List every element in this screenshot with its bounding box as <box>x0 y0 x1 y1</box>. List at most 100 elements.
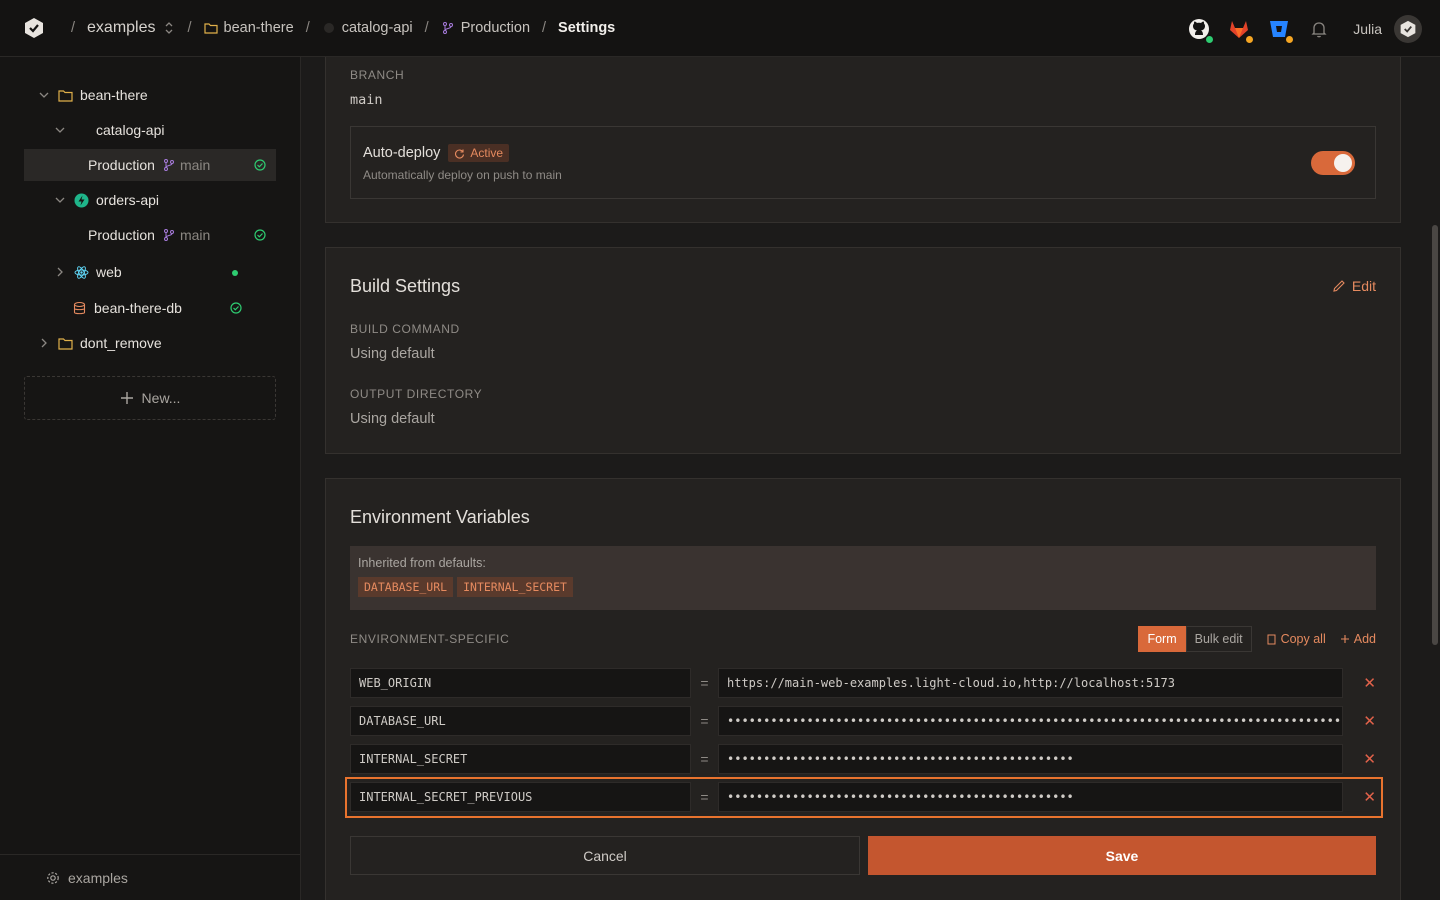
chevron-down-icon[interactable] <box>38 89 50 101</box>
env-value-input[interactable]: ••••••••••••••••••••••••••••••••••••••••… <box>718 706 1343 736</box>
output-directory-label: OUTPUT DIRECTORY <box>350 387 483 401</box>
delete-row-button[interactable]: ✕ <box>1343 674 1376 692</box>
github-icon[interactable] <box>1187 17 1215 44</box>
branch-indicator: main <box>162 227 210 243</box>
edit-button[interactable]: Edit <box>1332 278 1376 294</box>
build-command-label: BUILD COMMAND <box>350 322 460 336</box>
breadcrumb-team[interactable]: examples <box>87 19 175 37</box>
env-key-input[interactable]: DATABASE_URL <box>350 706 691 736</box>
new-button[interactable]: New... <box>24 376 276 420</box>
edit-mode-toggle: Form Bulk edit <box>1138 626 1252 652</box>
tree-environment-orders-production[interactable]: Production main <box>24 219 276 251</box>
breadcrumb-service[interactable]: catalog-api <box>322 20 413 36</box>
tree-service-label: web <box>96 264 122 280</box>
app-logo-icon[interactable] <box>23 17 45 39</box>
new-button-label: New... <box>141 390 181 406</box>
environment-variables-title: Environment Variables <box>350 507 530 527</box>
edit-label: Edit <box>1351 278 1376 294</box>
chevron-right-icon[interactable] <box>54 266 66 278</box>
breadcrumb-environment-label: Production <box>460 20 531 36</box>
branch-label: BRANCH <box>350 68 405 82</box>
bell-icon[interactable] <box>1307 17 1331 41</box>
environment-variables-card: Environment Variables Inherited from def… <box>325 478 1401 900</box>
tree-database-label: bean-there-db <box>94 300 182 316</box>
save-button[interactable]: Save <box>868 836 1376 875</box>
status-dot <box>1205 34 1215 44</box>
tree-service-label: catalog-api <box>96 122 165 138</box>
env-section-label: ENVIRONMENT-SPECIFIC <box>350 632 510 646</box>
inherited-variables-panel: Inherited from defaults: DATABASE_URL INT… <box>350 546 1376 610</box>
tree-service-web[interactable]: web <box>24 256 276 288</box>
bitbucket-icon[interactable] <box>1267 17 1295 44</box>
sidebar-footer[interactable]: examples <box>0 854 300 900</box>
breadcrumb-service-label: catalog-api <box>341 20 413 36</box>
chevron-down-icon[interactable] <box>54 124 66 136</box>
tree-service-orders-api[interactable]: orders-api <box>24 184 276 216</box>
branch-label: main <box>179 227 211 243</box>
git-branch-icon <box>163 159 174 171</box>
bolt-icon <box>74 193 89 207</box>
env-value-input[interactable]: ••••••••••••••••••••••••••••••••••••••••… <box>718 744 1343 774</box>
avatar[interactable] <box>1394 14 1422 43</box>
breadcrumb-environment[interactable]: Production <box>441 20 530 36</box>
copy-all-button[interactable]: Copy all <box>1266 632 1326 646</box>
breadcrumb-project[interactable]: bean-there <box>203 20 294 36</box>
add-variable-button[interactable]: Add <box>1340 632 1376 646</box>
autodeploy-description: Automatically deploy on push to main <box>363 168 562 182</box>
react-icon <box>74 265 89 279</box>
bulk-edit-button[interactable]: Bulk edit <box>1185 626 1252 652</box>
copy-all-label: Copy all <box>1280 632 1326 646</box>
breadcrumb-separator: / <box>187 20 192 36</box>
status-dot <box>1245 34 1255 44</box>
form-mode-button[interactable]: Form <box>1138 626 1186 652</box>
main-content: BRANCH main Auto-deploy Active Automatic… <box>301 57 1440 900</box>
database-icon <box>73 301 86 314</box>
tree-environment-catalog-production[interactable]: Production main <box>24 149 276 181</box>
user-name[interactable]: Julia <box>1353 21 1382 37</box>
chevron-updown-icon <box>165 22 172 34</box>
inherited-label: Inherited from defaults: <box>358 556 486 570</box>
tree-project-bean-there[interactable]: bean-there <box>24 79 276 111</box>
env-value-input[interactable]: https://main-web-examples.light-cloud.io… <box>718 668 1343 698</box>
check-circle-icon <box>254 229 266 241</box>
equals-sign: = <box>700 713 709 729</box>
branch-indicator: main <box>162 157 210 173</box>
env-row: INTERNAL_SECRET = ••••••••••••••••••••••… <box>350 744 1376 774</box>
breadcrumb-separator: / <box>424 20 429 36</box>
chevron-down-icon[interactable] <box>54 194 66 206</box>
inherited-tag: DATABASE_URL <box>358 577 454 597</box>
plus-icon <box>1340 635 1349 643</box>
delete-row-button[interactable]: ✕ <box>1343 712 1376 730</box>
scrollbar[interactable] <box>1432 225 1438 645</box>
chevron-right-icon[interactable] <box>38 337 50 349</box>
tree-environment-label: Production <box>88 157 155 173</box>
status-dot <box>1285 34 1295 44</box>
git-branch-icon <box>163 229 174 241</box>
delete-row-button[interactable]: ✕ <box>1343 750 1376 768</box>
plus-icon <box>120 392 133 404</box>
tree-database-bean-there-db[interactable]: bean-there-db <box>24 292 276 324</box>
autodeploy-toggle[interactable] <box>1311 151 1355 175</box>
gitlab-icon[interactable] <box>1227 17 1255 44</box>
cancel-button[interactable]: Cancel <box>350 836 860 875</box>
status-dot <box>232 270 238 276</box>
sidebar-footer-label: examples <box>68 869 128 886</box>
sidebar: bean-there catalog-api Production main o… <box>0 57 301 900</box>
gear-icon <box>47 871 59 884</box>
status-badge: Active <box>448 144 510 162</box>
inherited-tag: INTERNAL_SECRET <box>457 577 573 597</box>
equals-sign: = <box>700 675 709 691</box>
git-branch-icon <box>442 22 453 34</box>
breadcrumb-separator: / <box>71 20 76 36</box>
env-key-input[interactable]: WEB_ORIGIN <box>350 668 691 698</box>
autodeploy-title: Auto-deploy <box>363 145 441 161</box>
folder-icon <box>58 337 73 350</box>
env-key-input[interactable]: INTERNAL_SECRET <box>350 744 691 774</box>
top-bar: / examples / bean-there / catalog-api / … <box>0 0 1440 57</box>
breadcrumb-team-label: examples <box>87 19 156 36</box>
output-directory-value: Using default <box>350 411 435 427</box>
tree-service-catalog-api[interactable]: catalog-api <box>24 114 276 146</box>
avatar-logo-icon <box>1400 20 1416 37</box>
tree-project-dont-remove[interactable]: dont_remove <box>24 327 276 359</box>
tree-service-label: orders-api <box>96 192 160 208</box>
